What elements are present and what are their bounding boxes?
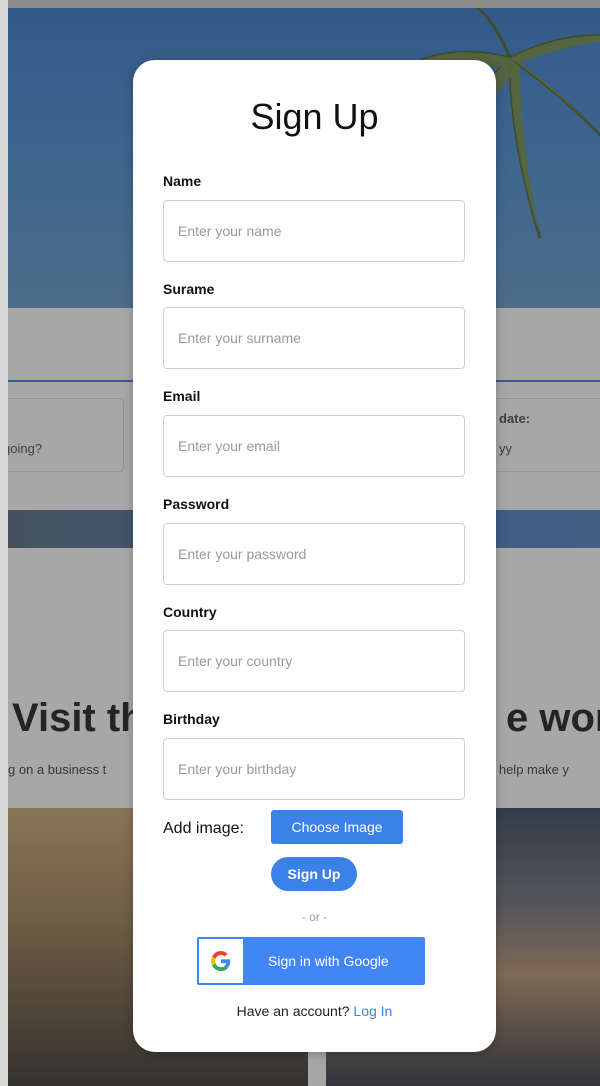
left-strip: [0, 0, 8, 1086]
google-logo-box: [199, 939, 243, 983]
surname-input[interactable]: [163, 307, 465, 369]
email-input[interactable]: [163, 415, 465, 477]
signup-button[interactable]: Sign Up: [271, 857, 357, 891]
google-signin-button[interactable]: Sign in with Google: [197, 937, 425, 985]
password-input[interactable]: [163, 523, 465, 585]
birthday-input[interactable]: [163, 738, 465, 800]
modal-title: Sign Up: [250, 96, 379, 137]
name-input[interactable]: [163, 200, 465, 262]
name-label: Name: [163, 173, 202, 189]
have-account-text: Have an account?: [236, 1003, 350, 1019]
country-label: Country: [163, 604, 217, 620]
login-link[interactable]: Log In: [353, 1003, 392, 1019]
email-label: Email: [163, 388, 201, 404]
google-icon: [211, 951, 231, 971]
choose-image-button[interactable]: Choose Image: [271, 810, 403, 844]
birthday-label: Birthday: [163, 711, 220, 727]
password-label: Password: [163, 496, 230, 512]
surname-label: Surame: [163, 281, 215, 297]
add-image-label: Add image:: [163, 820, 244, 837]
country-input[interactable]: [163, 630, 465, 692]
login-prompt: Have an account? Log In: [133, 1003, 496, 1019]
or-divider: - or -: [301, 910, 328, 924]
signup-modal: Sign Up Name Surame Email Password Count…: [133, 60, 496, 1052]
google-button-label: Sign in with Google: [268, 953, 389, 969]
